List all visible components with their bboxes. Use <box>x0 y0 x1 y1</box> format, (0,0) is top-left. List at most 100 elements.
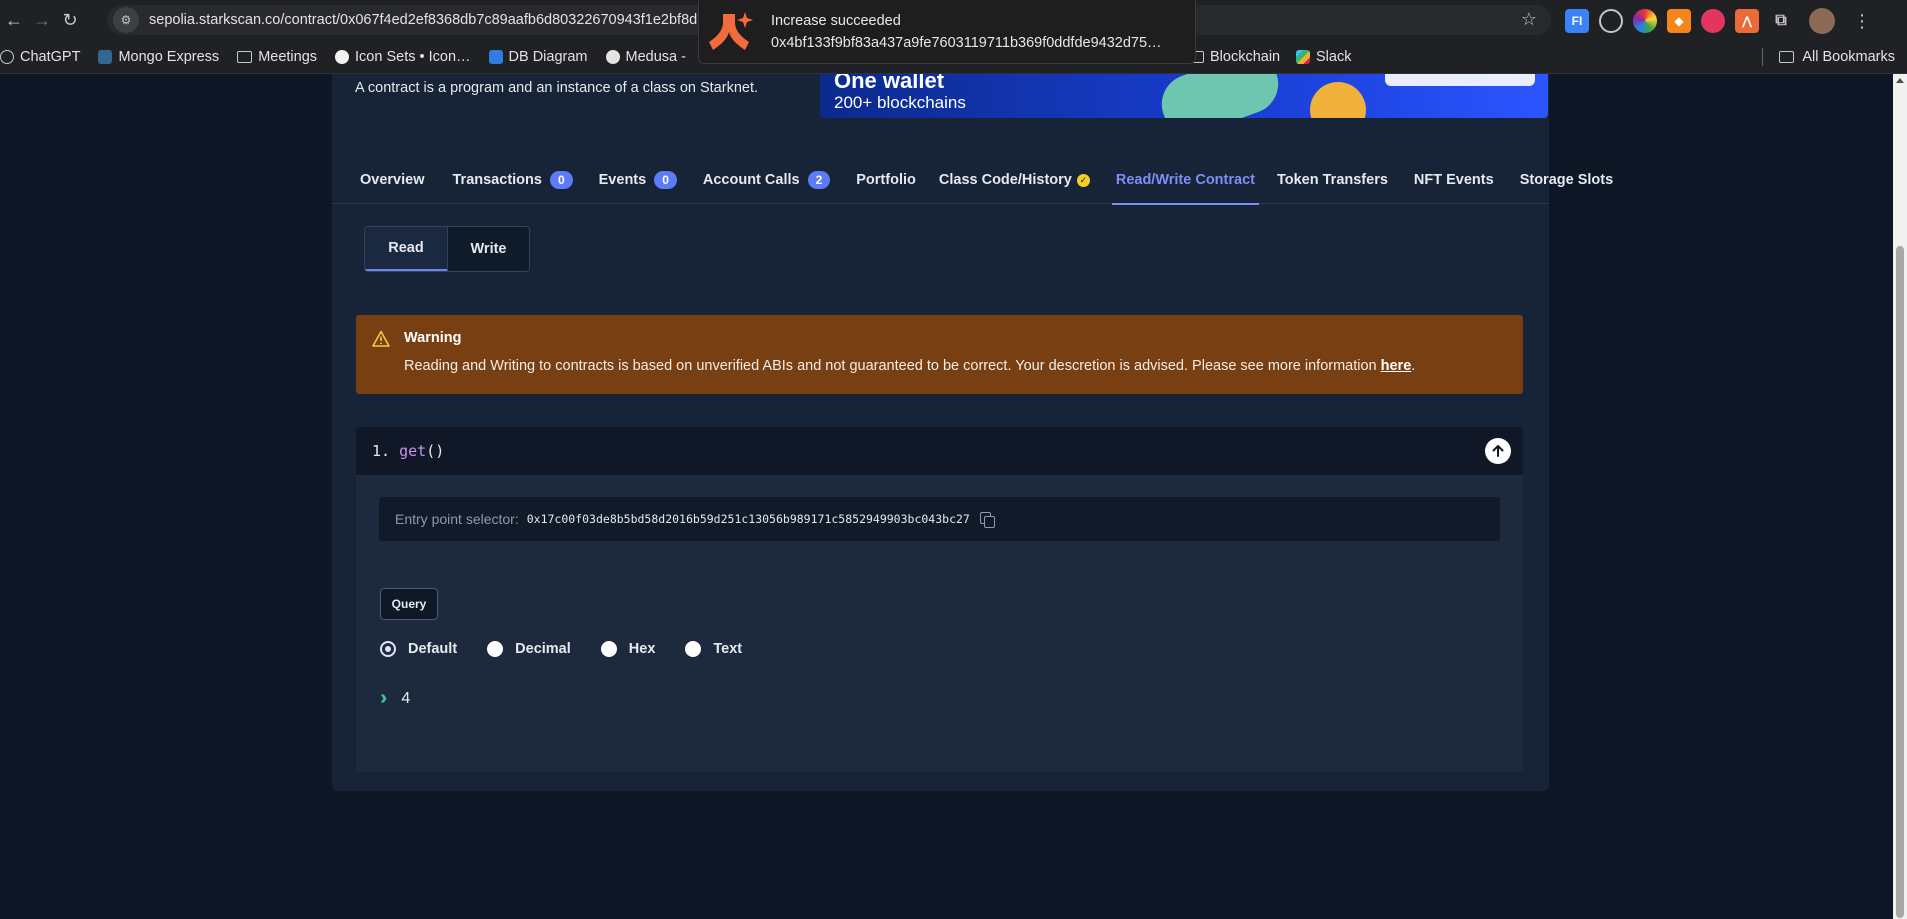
warning-text: Reading and Writing to contracts is base… <box>404 358 1381 374</box>
tab-storage-slots[interactable]: Storage Slots <box>1516 156 1617 204</box>
reload-icon[interactable]: ↻ <box>56 6 84 34</box>
write-button[interactable]: Write <box>447 227 529 271</box>
tab-portfolio[interactable]: Portfolio <box>852 156 920 204</box>
divider <box>1762 48 1764 66</box>
argent-icon[interactable]: ⋀ <box>1735 9 1759 33</box>
radio-dot <box>600 641 617 657</box>
read-write-toggle: Read Write <box>364 226 530 272</box>
scrollbar-thumb[interactable] <box>1896 246 1904 918</box>
banner-install-button[interactable] <box>1385 74 1535 86</box>
radio-hex[interactable]: Hex <box>600 641 656 657</box>
toast-notification[interactable]: Increase succeeded 0x4bf133f9bf83a437a9f… <box>698 0 1196 64</box>
copy-icon[interactable] <box>979 512 995 528</box>
bookmark-meetings[interactable]: Meetings <box>237 49 317 65</box>
bookmark-label: Mongo Express <box>118 48 220 65</box>
function-index: 1. <box>372 442 391 460</box>
share-icon <box>488 49 503 64</box>
tab-token-transfers[interactable]: Token Transfers <box>1273 156 1392 204</box>
radio-label: Default <box>408 641 458 657</box>
page-scrollbar[interactable] <box>1893 74 1907 919</box>
tab-label: NFT Events <box>1413 172 1494 188</box>
tab-overview[interactable]: Overview <box>356 156 429 204</box>
smiley-icon <box>335 49 350 64</box>
bookmark-label: Meetings <box>258 48 318 65</box>
bookmark-chatgpt[interactable]: ChatGPT <box>0 49 80 65</box>
warning-more-info-link[interactable]: here <box>1381 358 1412 374</box>
bookmark-db-diagram[interactable]: DB Diagram <box>488 48 588 65</box>
bookmark-label: Medusa - <box>625 48 686 65</box>
extension-color-icon[interactable] <box>1633 9 1657 33</box>
bookmark-slack[interactable]: Slack <box>1296 49 1351 65</box>
double-chevron-right-icon: ›› <box>380 687 389 709</box>
warning-triangle-icon <box>372 330 390 353</box>
tab-transactions[interactable]: Transactions 0 <box>449 156 577 204</box>
scroll-up-arrow-icon[interactable] <box>1896 78 1904 83</box>
function-parens: () <box>426 442 445 460</box>
result-value: 4 <box>401 689 411 707</box>
extensions-bar: FI ◆ ⋀ ⧉ ⋮ <box>1565 8 1871 34</box>
extension-pink-icon[interactable] <box>1701 9 1725 33</box>
forward-icon[interactable]: → <box>28 6 56 34</box>
tab-nft-events[interactable]: NFT Events <box>1410 156 1498 204</box>
extensions-puzzle-icon[interactable]: ⧉ <box>1769 9 1793 33</box>
tab-label: Account Calls <box>702 172 800 188</box>
radio-dot <box>487 641 504 657</box>
radio-decimal[interactable]: Decimal <box>487 641 571 657</box>
pg-icon <box>98 49 113 64</box>
radio-dot <box>380 641 396 657</box>
banner-subline: 200+ blockchains <box>834 93 966 112</box>
radio-text[interactable]: Text <box>685 641 742 657</box>
query-result: ›› 4 <box>380 687 410 710</box>
tab-label: Overview <box>360 172 425 188</box>
function-card: 1. get() Entry point selector: 0x17c00f0… <box>356 427 1523 772</box>
radio-label: Decimal <box>515 641 571 657</box>
warning-title: Warning <box>404 330 462 346</box>
bookmark-label: Icon Sets • Icon… <box>355 48 471 65</box>
tab-label: Portfolio <box>856 172 916 188</box>
menu-kebab-icon[interactable]: ⋮ <box>1853 11 1871 32</box>
extension-target-icon[interactable] <box>1599 9 1623 33</box>
metamask-icon[interactable]: ◆ <box>1667 9 1691 33</box>
read-button[interactable]: Read <box>365 227 447 271</box>
bookmark-medusa[interactable]: Medusa - <box>605 48 686 65</box>
ad-banner[interactable]: One wallet 200+ blockchains <box>820 74 1548 118</box>
all-bookmarks[interactable]: All Bookmarks <box>1762 48 1895 66</box>
radio-label: Hex <box>628 641 656 657</box>
tab-label: Read/Write Contract <box>1115 172 1255 188</box>
bookmark-mongo-express[interactable]: Mongo Express <box>98 49 219 65</box>
count-badge: 0 <box>549 171 573 189</box>
toast-hash: 0x4bf133f9bf83a437a9fe7603119711b369f0dd… <box>771 34 1162 51</box>
bookmark-star-icon[interactable]: ☆ <box>1521 9 1537 30</box>
tab-account-calls[interactable]: Account Calls 2 <box>699 156 834 204</box>
tab-label: Class Code/History <box>938 172 1072 188</box>
radio-default[interactable]: Default <box>380 641 457 657</box>
contract-panel: A contract is a program and an instance … <box>332 74 1613 791</box>
tab-class-code-history[interactable]: Class Code/History ✓ <box>935 156 1094 204</box>
radio-label: Text <box>713 641 743 657</box>
slack-icon <box>1296 49 1310 64</box>
banner-headline: One wallet <box>834 74 945 93</box>
selector-value: 0x17c00f03de8b5bd58d2016b59d251c13056b98… <box>526 512 970 526</box>
chatgpt-icon <box>0 49 14 64</box>
tab-read-write-contract[interactable]: Read/Write Contract <box>1111 156 1260 205</box>
bookmark-label: ChatGPT <box>20 48 81 65</box>
contract-tabs: Overview Transactions 0 Events 0 Account C… <box>332 156 1613 205</box>
site-info-icon[interactable]: ⚙ <box>113 7 139 33</box>
tab-label: Events <box>598 172 647 188</box>
bookmark-icon-sets[interactable]: Icon Sets • Icon… <box>335 49 471 65</box>
back-icon[interactable]: ← <box>0 6 28 34</box>
tab-label: Token Transfers <box>1276 172 1388 188</box>
selector-label: Entry point selector: <box>395 511 519 527</box>
url-text[interactable]: sepolia.starkscan.co/contract/0x067f4ed2… <box>149 12 709 28</box>
query-button[interactable]: Query <box>380 588 438 620</box>
toast-title: Increase succeeded <box>771 12 901 29</box>
tab-events[interactable]: Events 0 <box>595 156 681 204</box>
function-header[interactable]: 1. get() <box>356 427 1523 475</box>
extension-fi-icon[interactable]: FI <box>1565 9 1589 33</box>
bookmark-blockchain[interactable]: Blockchain <box>1189 49 1280 65</box>
profile-avatar[interactable] <box>1809 8 1835 34</box>
collapse-arrow-up-icon[interactable] <box>1485 438 1511 464</box>
banner-decoration <box>1153 74 1287 118</box>
bookmark-label: DB Diagram <box>508 48 588 65</box>
bookmark-label: Slack <box>1316 48 1352 65</box>
